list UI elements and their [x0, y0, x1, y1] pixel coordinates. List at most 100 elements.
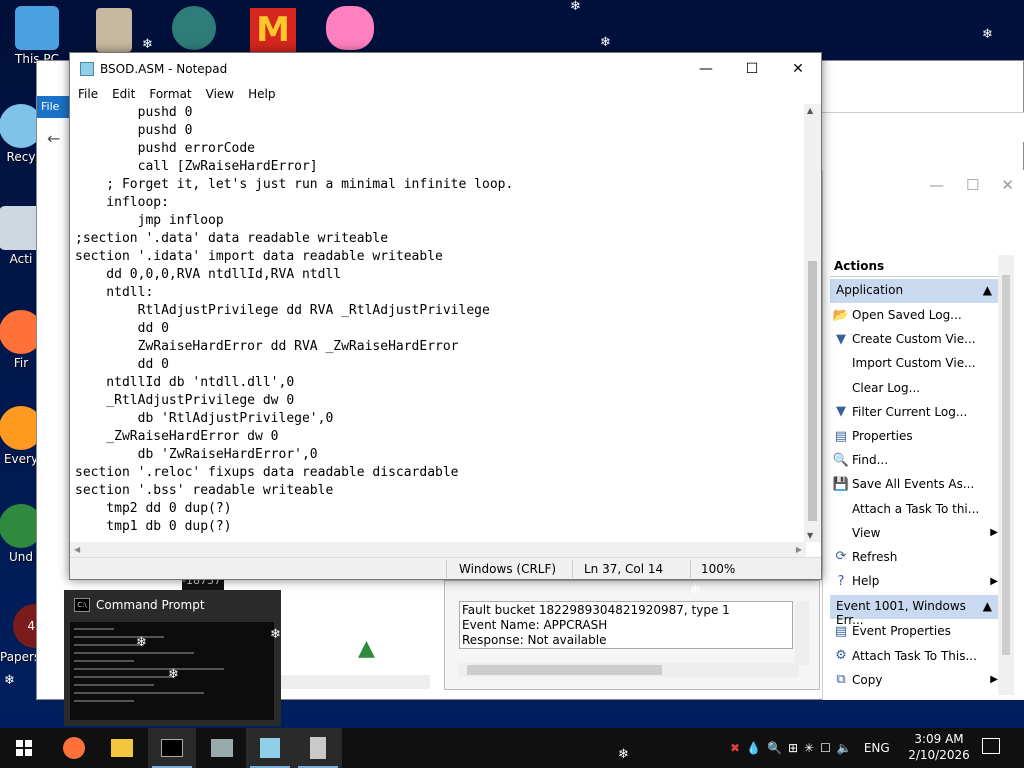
- start-button[interactable]: [0, 728, 48, 768]
- action-save-all-events-as[interactable]: 💾 Save All Events As...: [830, 472, 998, 496]
- snowflake-icon: ❄: [928, 77, 939, 92]
- actions-group-application[interactable]: Application ▲: [830, 279, 998, 303]
- snowflake-icon: ❄: [618, 747, 629, 762]
- windows-logo-icon: [16, 740, 32, 756]
- notification-center-icon[interactable]: [982, 738, 1000, 754]
- papers-please-icon: [211, 739, 233, 757]
- snowflake-icon: ❄: [270, 627, 281, 642]
- find-icon: 🔍: [832, 452, 850, 468]
- action-label: Help: [852, 574, 880, 589]
- close-icon[interactable]: ✕: [1001, 176, 1014, 194]
- maximize-button[interactable]: ☐: [729, 53, 775, 84]
- menu-file[interactable]: File: [78, 87, 98, 101]
- menu-format[interactable]: Format: [149, 87, 191, 101]
- snowflake-icon: ❄: [142, 37, 153, 52]
- scroll-up-icon[interactable]: ▲: [807, 106, 813, 115]
- action-label: Attach a Task To thi...: [852, 501, 980, 516]
- action-label: Import Custom Vie...: [852, 356, 976, 371]
- action-find[interactable]: 🔍 Find...: [830, 448, 998, 472]
- collapse-icon[interactable]: ▲: [983, 283, 992, 299]
- notepad-window[interactable]: BSOD.ASM - Notepad — ☐ ✕ File Edit Forma…: [69, 52, 822, 580]
- window-title: BSOD.ASM - Notepad: [100, 61, 228, 76]
- menu-edit[interactable]: Edit: [112, 87, 135, 101]
- volume-icon[interactable]: 🔈: [837, 741, 852, 755]
- maximize-icon[interactable]: ☐: [966, 176, 979, 194]
- search-icon[interactable]: 🔍: [767, 741, 782, 755]
- actions-scrollbar[interactable]: [998, 255, 1014, 695]
- desktop-icon-top-2[interactable]: [172, 6, 216, 50]
- action-create-custom-vie[interactable]: ▼ Create Custom Vie...: [830, 327, 998, 351]
- action-label: Properties: [852, 429, 913, 444]
- close-button[interactable]: ✕: [775, 53, 821, 84]
- editor-vscrollbar[interactable]: ▲ ▼: [804, 104, 821, 542]
- crop-icon[interactable]: ⊞: [788, 741, 798, 755]
- action-copy[interactable]: ⧉ Copy ▶: [830, 668, 998, 692]
- detail-vscrollbar[interactable]: [795, 601, 809, 665]
- taskbar-papers-please[interactable]: [198, 728, 246, 768]
- action-clear-log[interactable]: Clear Log...: [830, 376, 998, 400]
- drop-icon[interactable]: 💧: [746, 741, 761, 755]
- editor-text-area[interactable]: pushd 0 pushd 0 pushd errorCode call [Zw…: [70, 104, 806, 592]
- event-detail-pane: Fault bucket 1822989304821920987, type 1…: [444, 580, 820, 690]
- folder-icon: 📂: [832, 307, 850, 323]
- menu-help[interactable]: Help: [248, 87, 275, 101]
- notepad-icon: [80, 61, 94, 76]
- mcdonalds-icon[interactable]: M: [250, 8, 296, 52]
- back-arrow-icon[interactable]: ←: [47, 129, 60, 148]
- network-icon[interactable]: ☐: [820, 741, 831, 755]
- clock-date: 2/10/2026: [908, 748, 970, 762]
- sparkle-icon[interactable]: ✳: [804, 741, 814, 755]
- taskbar-file-explorer[interactable]: [98, 728, 146, 768]
- task-icon: ⚙: [835, 648, 847, 664]
- command-prompt-thumbnail[interactable]: C:\ Command Prompt: [64, 590, 281, 726]
- language-indicator[interactable]: ENG: [864, 741, 890, 755]
- snowflake-icon: ❄: [600, 35, 611, 50]
- taskbar-firefox[interactable]: [50, 728, 98, 768]
- action-import-custom-vie[interactable]: Import Custom Vie...: [830, 351, 998, 375]
- taskbar-command-prompt[interactable]: [148, 728, 196, 768]
- event-viewer-icon: [310, 737, 326, 759]
- action-label: Clear Log...: [852, 380, 921, 395]
- action-filter-current-log[interactable]: ▼ Filter Current Log...: [830, 400, 998, 424]
- actions-group-event[interactable]: Event 1001, Windows Err... ▲: [830, 595, 998, 627]
- action-refresh[interactable]: ⟳ Refresh: [830, 545, 998, 569]
- action-properties[interactable]: ▤ Properties: [830, 424, 998, 448]
- event-detail-text[interactable]: Fault bucket 1822989304821920987, type 1…: [459, 601, 793, 649]
- action-label: Event Properties: [852, 624, 951, 639]
- submenu-arrow-icon: ▶: [990, 527, 998, 539]
- action-help[interactable]: ? Help ▶: [830, 569, 998, 593]
- scroll-left-icon[interactable]: ◀: [74, 545, 80, 554]
- action-label: Refresh: [852, 549, 898, 564]
- clock-time: 3:09 AM: [914, 732, 964, 746]
- action-label: Find...: [852, 453, 889, 468]
- action-open-saved-log[interactable]: 📂 Open Saved Log...: [830, 303, 998, 327]
- desktop-icon-top-4[interactable]: [326, 6, 374, 50]
- save-icon: 💾: [832, 476, 850, 492]
- action-view[interactable]: View ▶: [830, 521, 998, 545]
- minimize-icon[interactable]: —: [929, 176, 944, 194]
- shield-icon[interactable]: ✖: [730, 741, 740, 755]
- desktop-icon-this-pc[interactable]: This PC: [2, 6, 72, 66]
- clock[interactable]: 3:09 AM 2/10/2026: [900, 731, 978, 763]
- action-attach-task-to-this[interactable]: ⚙ Attach Task To This...: [830, 643, 998, 667]
- minimize-button[interactable]: —: [683, 53, 729, 84]
- scroll-right-icon[interactable]: ▶: [796, 545, 802, 554]
- detail-hscrollbar[interactable]: [459, 663, 799, 677]
- action-label: Copy: [852, 672, 883, 687]
- action-label: Create Custom Vie...: [852, 332, 976, 347]
- thumbnail-title: Command Prompt: [96, 598, 205, 612]
- action-attach-a-task-to-thi[interactable]: Attach a Task To thi...: [830, 497, 998, 521]
- folder-icon: [111, 739, 133, 757]
- scroll-thumb[interactable]: [808, 261, 817, 521]
- notepad-titlebar[interactable]: BSOD.ASM - Notepad — ☐ ✕: [70, 53, 821, 84]
- help-icon: ?: [837, 573, 845, 589]
- taskbar-event-viewer[interactable]: [294, 728, 342, 768]
- taskbar: ✖ 💧 🔍 ⊞ ✳ ☐ 🔈 ENG 3:09 AM 2/10/2026: [0, 728, 1024, 768]
- properties-icon: ▤: [834, 623, 848, 639]
- desktop-icon-top-1[interactable]: [96, 8, 132, 52]
- tree-hscrollbar[interactable]: [280, 675, 430, 689]
- taskbar-notepad[interactable]: [246, 728, 294, 768]
- menu-view[interactable]: View: [206, 87, 234, 101]
- scroll-down-icon[interactable]: ▼: [807, 531, 813, 540]
- collapse-icon[interactable]: ▲: [983, 599, 992, 615]
